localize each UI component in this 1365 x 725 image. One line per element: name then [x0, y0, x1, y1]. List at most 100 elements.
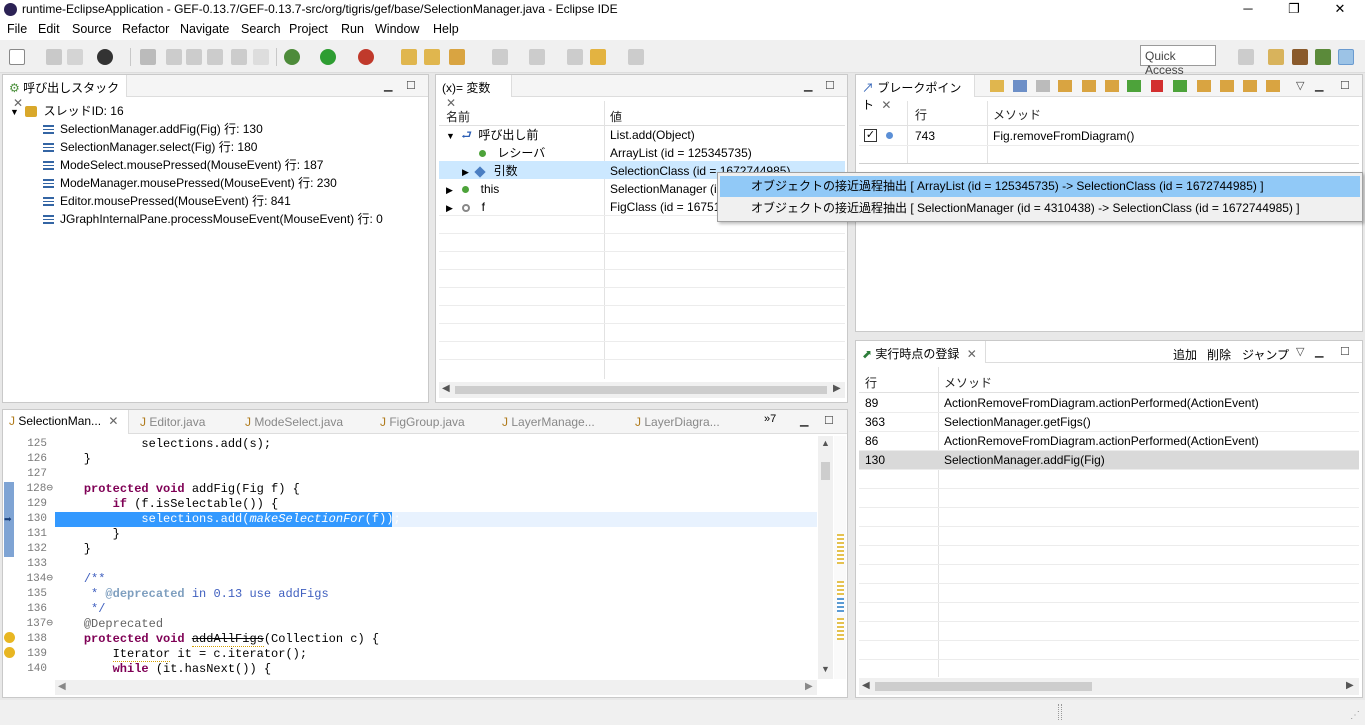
minimize-view-icon[interactable]: ▁ — [1315, 345, 1323, 358]
close-button[interactable]: ✕ — [1317, 0, 1363, 19]
forward-run-icon[interactable] — [1173, 80, 1187, 92]
line-number[interactable]: 128⊖ — [3, 482, 53, 497]
line-number[interactable]: 134⊖ — [3, 572, 53, 587]
scroll-right-icon[interactable]: ▶ — [805, 681, 813, 692]
code-line-current[interactable]: selections.add(makeSelectionFor(f)); — [55, 512, 400, 527]
code-line[interactable]: selections.add(s); — [55, 437, 271, 452]
scroll-right-icon[interactable]: ▶ — [833, 383, 841, 394]
step-icon[interactable] — [253, 49, 269, 65]
step-into-forward-icon[interactable] — [1197, 80, 1211, 92]
menu-search[interactable]: Search — [241, 22, 281, 36]
column-header-method[interactable]: メソッド — [944, 374, 992, 391]
code-line[interactable]: while (it.hasNext()) { — [55, 662, 271, 677]
scroll-right-icon[interactable]: ▶ — [1346, 680, 1354, 691]
stop-icon[interactable] — [1151, 80, 1163, 92]
back-to-start-icon[interactable] — [1127, 80, 1141, 92]
search-icon[interactable] — [449, 49, 465, 65]
editor-tab[interactable]: J FigGroup.java — [380, 415, 465, 429]
variable-row[interactable]: ▶ 引数 — [462, 162, 518, 180]
stack-frame[interactable]: Editor.mousePressed(MouseEvent) 行: 841 — [43, 192, 291, 210]
scroll-down-icon[interactable]: ▼ — [821, 664, 830, 674]
skip-all-icon[interactable] — [1036, 80, 1050, 92]
debug-icon[interactable] — [284, 49, 300, 65]
maximize-view-icon[interactable]: ☐ — [1340, 79, 1350, 92]
column-header-value[interactable]: 値 — [610, 108, 622, 125]
editor-tab[interactable]: J Editor.java — [140, 415, 205, 429]
runtime-method[interactable]: ActionRemoveFromDiagram.actionPerformed(… — [944, 432, 1259, 450]
maximize-view-icon[interactable]: ☐ — [824, 414, 834, 427]
column-header-method[interactable]: メソッド — [993, 106, 1041, 123]
runtime-method[interactable]: SelectionManager.addFig(Fig) — [944, 451, 1105, 469]
java-perspective-icon[interactable] — [1268, 49, 1284, 65]
vertical-scrollbar[interactable]: ▲ ▼ — [818, 436, 833, 679]
open-type-icon[interactable] — [401, 49, 417, 65]
stack-frame[interactable]: SelectionManager.select(Fig) 行: 180 — [43, 138, 257, 156]
back-icon[interactable] — [590, 49, 606, 65]
runtime-line[interactable]: 86 — [865, 432, 878, 450]
runtime-method[interactable]: ActionRemoveFromDiagram.actionPerformed(… — [944, 394, 1259, 412]
delete-button[interactable]: 削除 — [1207, 346, 1231, 363]
code-line[interactable]: protected void addFig(Fig f) { — [55, 482, 300, 497]
resize-grip-icon[interactable]: ⋰ — [1350, 710, 1360, 721]
debug-perspective-icon[interactable] — [1315, 49, 1331, 65]
open-perspective-icon[interactable] — [1238, 49, 1254, 65]
next-annotation-icon[interactable] — [492, 49, 508, 65]
breakpoint-checkbox[interactable]: ✓ — [864, 129, 877, 142]
tab-overflow-button[interactable]: »7 — [764, 413, 776, 425]
menu-navigate[interactable]: Navigate — [180, 22, 229, 36]
link-icon[interactable] — [1013, 80, 1027, 92]
menu-file[interactable]: File — [7, 22, 27, 36]
stack-frame[interactable]: SelectionManager.addFig(Fig) 行: 130 — [43, 120, 263, 138]
editor-tab[interactable]: J LayerDiagra... — [635, 415, 720, 429]
add-button[interactable]: 追加 — [1173, 346, 1197, 363]
new-icon[interactable] — [9, 49, 25, 65]
maximize-view-icon[interactable]: ☐ — [825, 79, 835, 92]
popup-item-selected[interactable]: オブジェクトの接近過程抽出 [ ArrayList (id = 12534573… — [720, 176, 1360, 197]
run-icon[interactable] — [320, 49, 336, 65]
variables-tab[interactable]: (x)= 変数 ✕ — [436, 75, 512, 110]
scroll-left-icon[interactable]: ◀ — [58, 681, 66, 692]
step-over-forward-icon[interactable] — [1220, 80, 1234, 92]
disconnect-icon[interactable] — [231, 49, 247, 65]
variable-row[interactable]: ▶ this — [446, 180, 499, 198]
close-tab-icon[interactable]: ✕ — [108, 414, 118, 428]
popup-item[interactable]: オブジェクトの接近過程抽出 [ SelectionManager (id = 4… — [720, 198, 1360, 219]
menu-help[interactable]: Help — [433, 22, 459, 36]
callstack-tab[interactable]: ⚙ 呼び出しスタック ✕ — [3, 75, 127, 110]
view-menu-icon[interactable]: ▽ — [1296, 79, 1304, 92]
scrollbar-thumb[interactable] — [455, 386, 827, 394]
minimize-button[interactable]: ─ — [1225, 0, 1271, 19]
scroll-left-icon[interactable]: ◀ — [862, 680, 870, 691]
code-line[interactable]: } — [55, 542, 91, 557]
minimize-view-icon[interactable]: ▁ — [1315, 79, 1323, 92]
minimize-view-icon[interactable]: ▁ — [384, 79, 392, 92]
menu-edit[interactable]: Edit — [38, 22, 60, 36]
step-return-icon[interactable] — [1105, 80, 1119, 92]
variable-row[interactable]: レシーバ — [479, 144, 545, 162]
resume-icon[interactable] — [166, 49, 182, 65]
code-line[interactable]: } — [55, 527, 120, 542]
step-into-icon[interactable] — [1058, 80, 1072, 92]
import-breakpoints-icon[interactable] — [990, 80, 1004, 92]
runtime-line[interactable]: 89 — [865, 394, 878, 412]
variable-row[interactable]: ▼ ⮐ 呼び出し前 — [446, 126, 538, 144]
save-all-icon[interactable] — [67, 49, 83, 65]
open-folder-icon[interactable] — [424, 49, 440, 65]
thread-node[interactable]: ▼ スレッドID: 16 — [10, 102, 124, 120]
scrollbar-thumb[interactable] — [821, 462, 830, 480]
code-line[interactable]: } — [55, 452, 91, 467]
code-line[interactable]: if (f.isSelectable()) { — [55, 497, 279, 512]
editor-tab[interactable]: J LayerManage... — [502, 415, 595, 429]
close-tab-icon[interactable]: ✕ — [967, 347, 977, 361]
prev-annotation-icon[interactable] — [529, 49, 545, 65]
menu-refactor[interactable]: Refactor — [122, 22, 169, 36]
print-icon[interactable] — [97, 49, 113, 65]
menu-source[interactable]: Source — [72, 22, 112, 36]
menu-window[interactable]: Window — [375, 22, 419, 36]
terminate-icon[interactable] — [207, 49, 223, 65]
column-header-line[interactable]: 行 — [915, 106, 927, 123]
maximize-view-icon[interactable]: ☐ — [406, 79, 416, 92]
editor-tab[interactable]: J ModeSelect.java — [245, 415, 343, 429]
save-icon[interactable] — [46, 49, 62, 65]
last-edit-icon[interactable] — [567, 49, 583, 65]
